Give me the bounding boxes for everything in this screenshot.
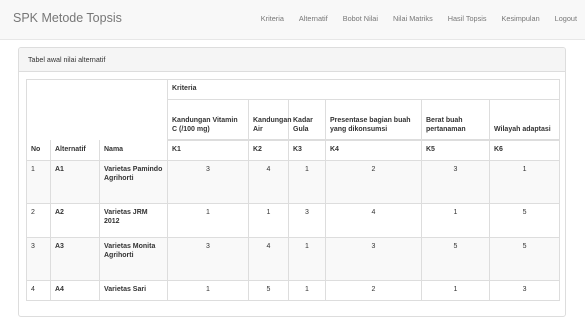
criterion-name: Kandungan Vitamin C (/100 mg) (167, 98, 249, 142)
criterion-name: Wilayah adaptasi (488, 98, 561, 142)
nav-menu: Kriteria Alternatif Bobot Nilai Nilai Ma… (246, 14, 577, 23)
header-spacer-2 (26, 99, 168, 141)
header-spacer (26, 79, 168, 100)
row-value: 4 (248, 160, 289, 205)
row-value: 1 (421, 203, 490, 239)
table-row: 2 A2 Varietas JRM 2012 1 1 3 4 1 5 (26, 203, 561, 239)
row-value: 1 (421, 280, 490, 302)
row-value: 5 (488, 237, 561, 282)
header-no: No (26, 140, 51, 162)
row-value: 1 (248, 203, 289, 239)
row-value: 4 (325, 203, 422, 239)
header-nama: Nama (99, 140, 168, 162)
navbar: SPK Metode Topsis Kriteria Alternatif Bo… (0, 0, 585, 40)
row-value: 1 (167, 280, 249, 302)
row-value: 1 (488, 160, 561, 205)
criterion-name: Berat buah pertanaman (421, 98, 490, 142)
row-nama: Varietas Pamindo Agrihorti (99, 160, 168, 205)
row-value: 1 (288, 280, 326, 302)
row-value: 5 (488, 203, 561, 239)
nav-kesimpulan[interactable]: Kesimpulan (502, 14, 540, 23)
row-alternatif: A1 (50, 160, 100, 205)
nav-hasil-topsis[interactable]: Hasil Topsis (448, 14, 487, 23)
row-value: 3 (167, 160, 249, 205)
row-nama: Varietas Monita Agrihorti (99, 237, 168, 282)
row-alternatif: A3 (50, 237, 100, 282)
row-value: 3 (288, 203, 326, 239)
row-alternatif: A2 (50, 203, 100, 239)
row-no: 3 (26, 237, 51, 282)
row-value: 2 (325, 160, 422, 205)
row-no: 4 (26, 280, 51, 302)
row-value: 3 (421, 160, 490, 205)
row-alternatif: A4 (50, 280, 100, 302)
nav-logout[interactable]: Logout (555, 14, 577, 23)
panel-body: Kriteria Kandungan Vitamin C (/100 mg) K… (19, 72, 565, 302)
row-value: 1 (288, 237, 326, 282)
row-value: 4 (248, 237, 289, 282)
nav-nilai-matriks[interactable]: Nilai Matriks (393, 14, 433, 23)
criterion-code: K1 (167, 139, 249, 162)
criterion-name: Kandungan Air (248, 98, 292, 142)
panel: Tabel awal nilai alternatif Kriteria Kan… (18, 47, 566, 317)
criterion-name: Presentase bagian buah yang dikonsumsi (325, 98, 422, 142)
row-no: 2 (26, 203, 51, 239)
row-value: 3 (167, 237, 249, 282)
brand-link[interactable]: SPK Metode Topsis (13, 11, 122, 25)
header-alternatif: Alternatif (50, 140, 100, 162)
row-value: 2 (325, 280, 422, 302)
criterion-code: K6 (488, 139, 561, 162)
row-nama: Varietas JRM 2012 (99, 203, 168, 239)
table-row: 3 A3 Varietas Monita Agrihorti 3 4 1 3 5… (26, 237, 561, 282)
row-no: 1 (26, 160, 51, 205)
row-value: 5 (421, 237, 490, 282)
header-kriteria: Kriteria (166, 79, 561, 100)
nav-bobot-nilai[interactable]: Bobot Nilai (343, 14, 378, 23)
row-value: 5 (248, 280, 289, 302)
criterion-code: K2 (248, 139, 289, 162)
criterion-code: K4 (325, 139, 422, 162)
criterion-code: K5 (421, 139, 490, 162)
row-nama: Varietas Sari (99, 280, 168, 302)
nav-kriteria[interactable]: Kriteria (261, 14, 284, 23)
row-value: 1 (167, 203, 249, 239)
panel-title: Tabel awal nilai alternatif (19, 48, 565, 72)
row-value: 3 (325, 237, 422, 282)
table-row: 1 A1 Varietas Pamindo Agrihorti 3 4 1 2 … (26, 160, 561, 205)
criterion-name: Kadar Gula (288, 98, 326, 142)
row-value: 3 (488, 280, 561, 302)
nav-alternatif[interactable]: Alternatif (299, 14, 328, 23)
criterion-code: K3 (288, 139, 326, 162)
table-row: 4 A4 Varietas Sari 1 5 1 2 1 3 (26, 280, 561, 302)
row-value: 1 (288, 160, 326, 205)
alternatives-table: Kriteria Kandungan Vitamin C (/100 mg) K… (26, 79, 561, 302)
